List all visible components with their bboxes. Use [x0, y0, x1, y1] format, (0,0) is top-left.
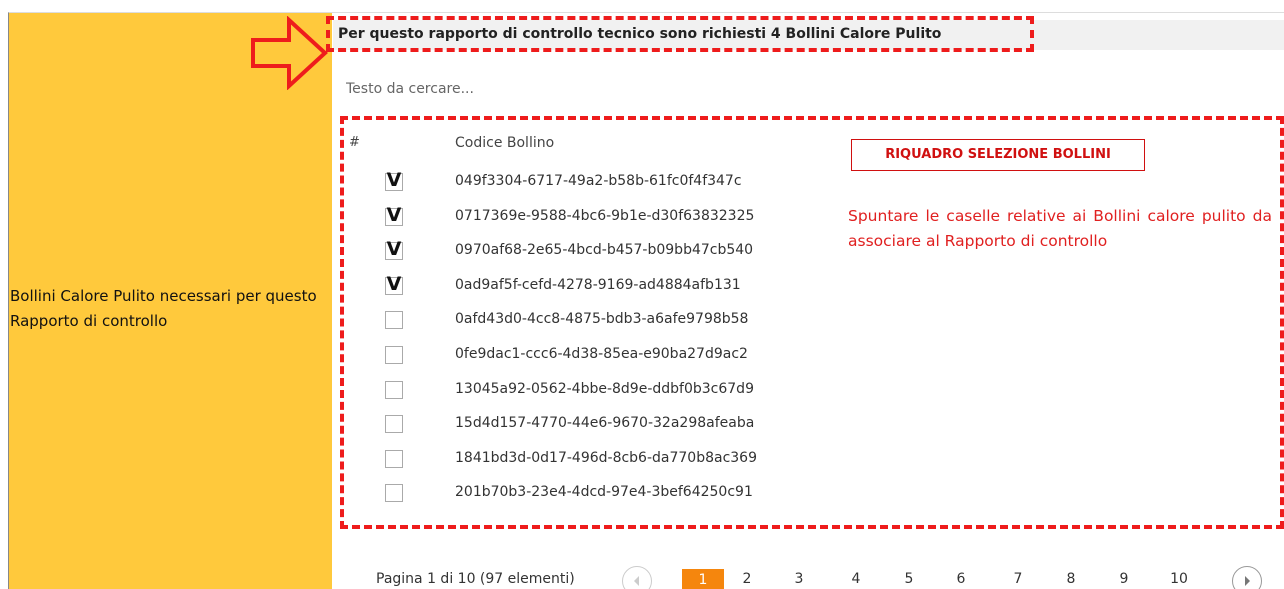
annotation-dashed-selection-frame — [340, 116, 1284, 529]
page-button-6[interactable]: 6 — [946, 571, 976, 587]
page-button-9[interactable]: 9 — [1109, 571, 1139, 587]
field-label: Bollini Calore Pulito necessari per ques… — [10, 287, 317, 330]
prev-page-button[interactable] — [622, 566, 652, 589]
page-button-2[interactable]: 2 — [732, 571, 762, 587]
page-button-3[interactable]: 3 — [784, 571, 814, 587]
page-button-8[interactable]: 8 — [1056, 571, 1086, 587]
search-input[interactable] — [346, 76, 946, 102]
page-button-7[interactable]: 7 — [1003, 571, 1033, 587]
chevron-left-icon — [634, 576, 639, 586]
page-button-4[interactable]: 4 — [841, 571, 871, 587]
pager-summary: Pagina 1 di 10 (97 elementi) — [376, 571, 575, 587]
red-arrow-icon — [251, 16, 328, 90]
page-button-10[interactable]: 10 — [1164, 571, 1194, 587]
annotation-dashed-header-frame — [326, 16, 1034, 52]
page-button-1[interactable]: 1 — [682, 569, 724, 589]
next-page-button[interactable] — [1232, 566, 1262, 589]
chevron-right-icon — [1245, 576, 1250, 586]
page-button-5[interactable]: 5 — [894, 571, 924, 587]
